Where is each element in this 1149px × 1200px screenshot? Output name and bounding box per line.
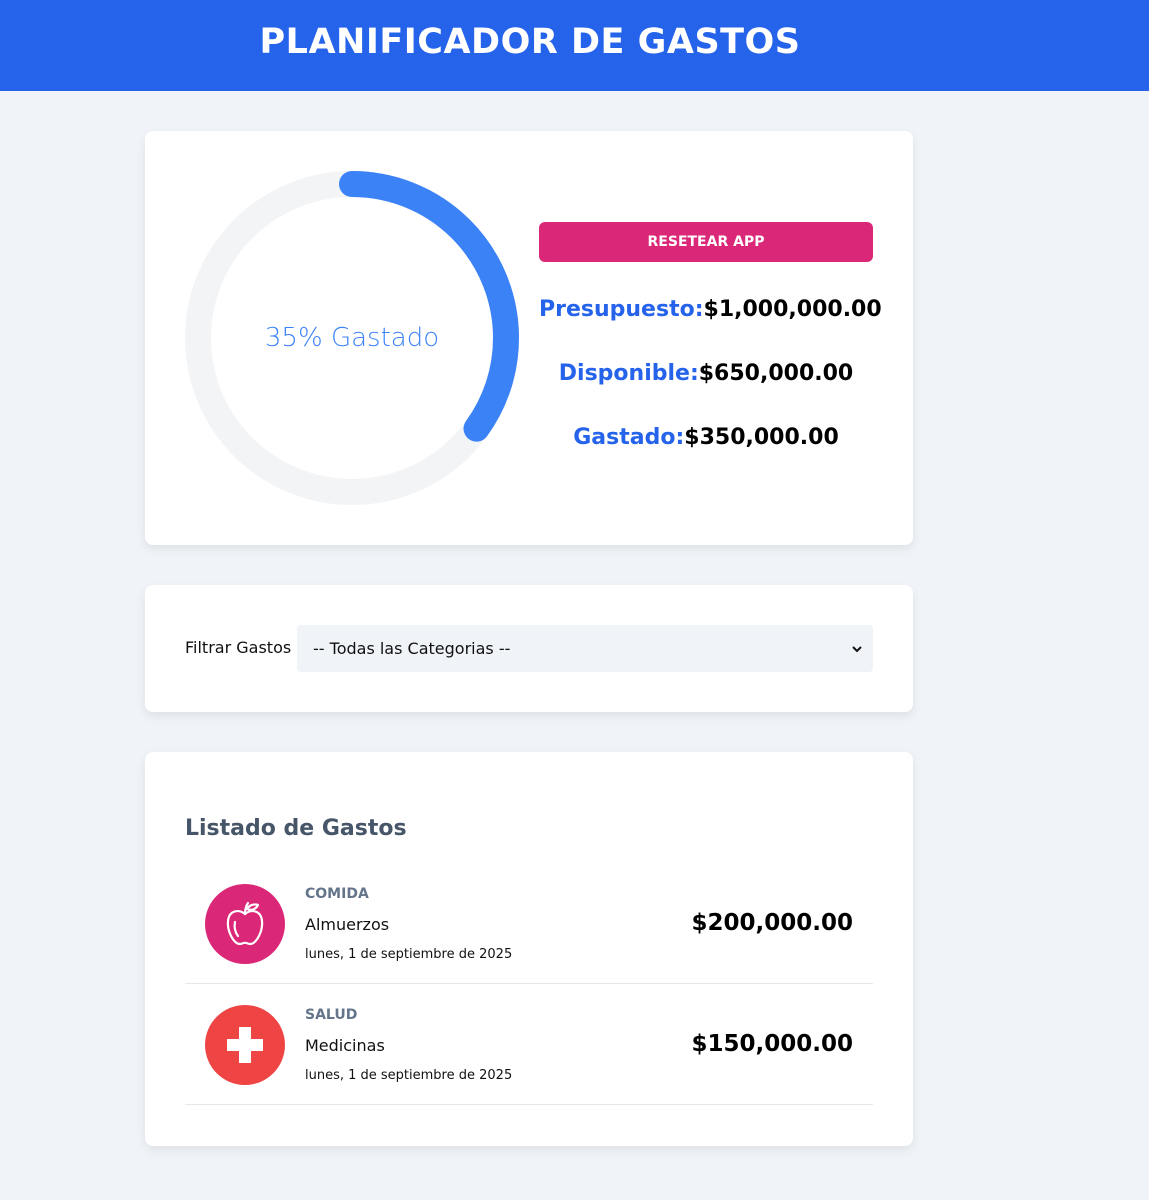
- medical-cross-icon: [205, 1005, 285, 1085]
- disponible-label: Disponible:: [558, 361, 699, 386]
- expense-amount: $200,000.00: [691, 910, 853, 936]
- presupuesto-label: Presupuesto:: [539, 297, 704, 322]
- list-title: Listado de Gastos: [185, 816, 407, 841]
- gastado-label: Gastado:: [573, 425, 685, 450]
- expense-date: lunes, 1 de septiembre de 2025: [305, 1068, 513, 1083]
- budget-card: 35% Gastado RESETEAR APP Presupuesto:$1,…: [145, 131, 913, 545]
- gastado-value: $350,000.00: [684, 425, 839, 450]
- category-filter-select[interactable]: -- Todas las Categorias --: [297, 625, 873, 672]
- app-header: PLANIFICADOR DE GASTOS: [0, 0, 1149, 91]
- circular-progress: 35% Gastado: [185, 171, 519, 505]
- filter-selected-value: -- Todas las Categorias --: [313, 639, 511, 658]
- disponible-value: $650,000.00: [698, 361, 854, 386]
- stat-disponible: Disponible:$650,000.00: [539, 361, 873, 386]
- expense-list-card: Listado de Gastos COMIDA Almuerzos lunes…: [145, 752, 913, 1146]
- progress-label: 35% Gastado: [264, 323, 440, 353]
- list-item[interactable]: SALUD Medicinas lunes, 1 de septiembre d…: [185, 984, 873, 1105]
- expense-category: SALUD: [305, 1007, 358, 1023]
- filter-label: Filtrar Gastos: [185, 638, 292, 657]
- app-title: PLANIFICADOR DE GASTOS: [259, 22, 801, 62]
- expense-date: lunes, 1 de septiembre de 2025: [305, 947, 513, 962]
- expense-amount: $150,000.00: [691, 1031, 853, 1057]
- presupuesto-value: $1,000,000.00: [703, 297, 882, 322]
- list-item[interactable]: COMIDA Almuerzos lunes, 1 de septiembre …: [185, 863, 873, 984]
- expense-name: Medicinas: [305, 1036, 385, 1055]
- expense-category: COMIDA: [305, 886, 369, 902]
- stat-gastado: Gastado:$350,000.00: [539, 425, 873, 450]
- filter-card: Filtrar Gastos -- Todas las Categorias -…: [145, 585, 913, 712]
- apple-icon: [205, 884, 285, 964]
- expense-name: Almuerzos: [305, 915, 390, 934]
- chevron-down-icon: [852, 645, 862, 652]
- stat-presupuesto: Presupuesto:$1,000,000.00: [539, 297, 882, 322]
- reset-app-button[interactable]: RESETEAR APP: [539, 222, 873, 262]
